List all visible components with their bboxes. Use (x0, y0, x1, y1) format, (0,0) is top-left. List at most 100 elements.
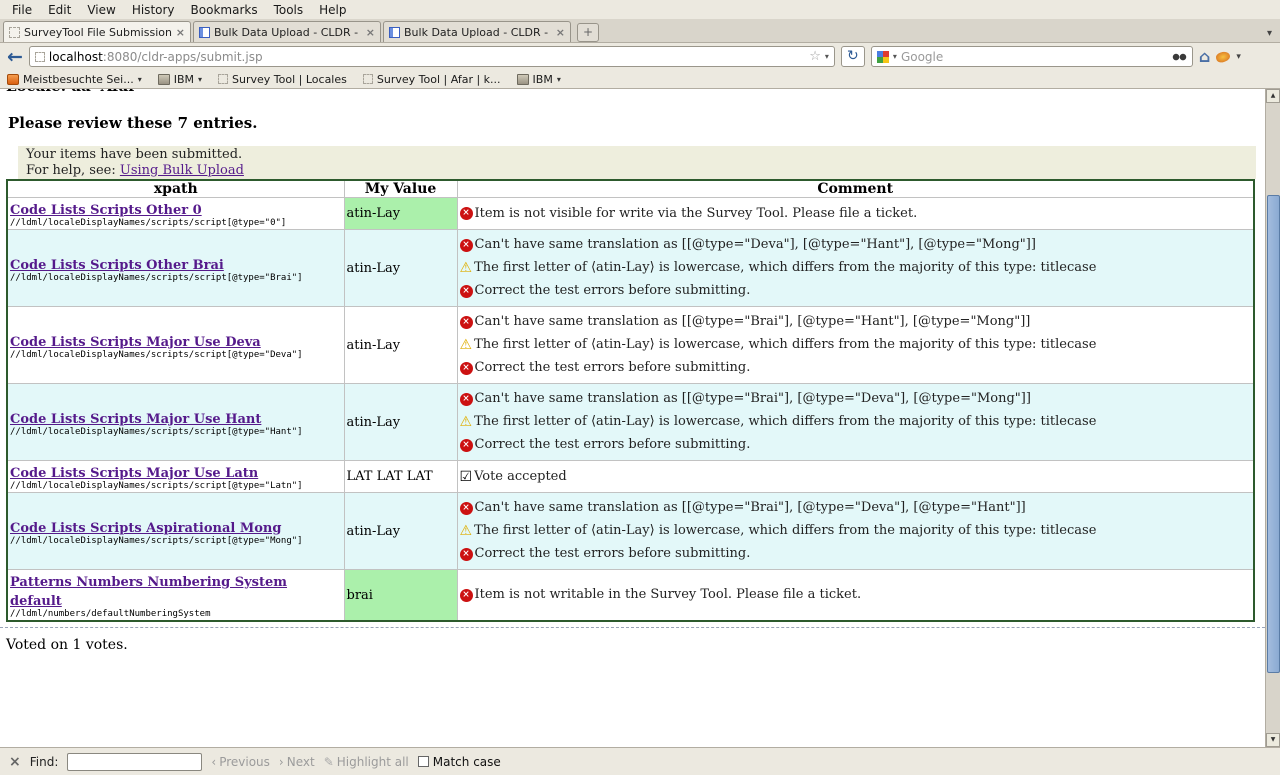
comment-text: The first letter of ⟨atin-Lay⟩ is lowerc… (474, 522, 1096, 540)
xpath-link[interactable]: Patterns Numbers Numbering System defaul… (10, 575, 287, 609)
binoculars-icon[interactable] (1172, 51, 1187, 62)
scrollbar-thumb[interactable] (1267, 195, 1280, 673)
xpath-link[interactable]: Code Lists Scripts Major Use Hant (10, 412, 261, 427)
menu-item[interactable]: Help (311, 2, 354, 18)
menu-item[interactable]: File (4, 2, 40, 18)
reload-button[interactable]: ↻ (841, 46, 865, 67)
comment-text: The first letter of ⟨atin-Lay⟩ is lowerc… (474, 413, 1096, 431)
table-row: Patterns Numbers Numbering System defaul… (7, 570, 1254, 622)
next-chevron-icon: › (279, 755, 284, 769)
bookmark-label: IBM (174, 73, 194, 86)
comment-cell: ×Can't have same translation as [[@type=… (457, 307, 1254, 384)
xpath-link[interactable]: Code Lists Scripts Major Use Deva (10, 335, 261, 350)
tab-overflow-chevron-icon[interactable]: ▾ (1267, 28, 1276, 42)
comment-line: ×Correct the test errors before submitti… (460, 545, 1252, 563)
clipped-scrolled-heading: Locale: aa 'Afar' (6, 89, 1280, 97)
find-close-icon[interactable]: × (9, 754, 21, 770)
browser-tab[interactable]: Bulk Data Upload - CLDR - Un... × (193, 21, 381, 42)
voted-status: Voted on 1 votes. (6, 637, 1280, 653)
xpath-cell: Code Lists Scripts Other 0 //ldml/locale… (7, 198, 344, 230)
scroll-down-icon[interactable]: ▼ (1266, 733, 1280, 747)
comment-text: Item is not writable in the Survey Tool.… (475, 586, 862, 604)
column-header-my-value: My Value (344, 180, 457, 198)
xpath-link[interactable]: Code Lists Scripts Aspirational Mong (10, 521, 281, 536)
bookmark-dropdown-chevron-icon: ▾ (198, 75, 202, 84)
xpath-link[interactable]: Code Lists Scripts Other Brai (10, 258, 224, 273)
bookmark-label: Survey Tool | Afar | k... (377, 73, 501, 86)
home-icon[interactable]: ⌂ (1199, 49, 1210, 65)
tab-title: SurveyTool File Submission | ... (24, 26, 172, 39)
comment-line: ×Can't have same translation as [[@type=… (460, 390, 1252, 408)
menu-item[interactable]: History (124, 2, 183, 18)
menu-item[interactable]: Tools (266, 2, 312, 18)
tab-favicon-icon (199, 27, 210, 38)
page-content: Locale: aa 'Afar' Please review these 7 … (0, 89, 1280, 747)
using-bulk-upload-link[interactable]: Using Bulk Upload (120, 163, 244, 178)
warning-icon: ⚠ (460, 338, 473, 352)
notice-line1: Your items have been submitted. (26, 147, 1248, 163)
feather-icon[interactable] (1215, 50, 1231, 64)
highlighter-icon: ✎ (324, 755, 334, 769)
comment-text: Can't have same translation as [[@type="… (475, 390, 1031, 408)
menu-item[interactable]: Edit (40, 2, 79, 18)
find-input[interactable] (67, 753, 202, 771)
find-previous-button[interactable]: ‹ Previous (211, 755, 270, 769)
table-row: Code Lists Scripts Other 0 //ldml/locale… (7, 198, 1254, 230)
xpath-cell: Code Lists Scripts Major Use Latn //ldml… (7, 461, 344, 493)
comment-text: Correct the test errors before submittin… (475, 545, 751, 563)
warning-icon: ⚠ (460, 415, 473, 429)
comment-text: Item is not visible for write via the Su… (475, 205, 918, 223)
bookmark-icon (7, 74, 19, 85)
bookmark-item[interactable]: Survey Tool | Locales ▾ (218, 73, 347, 86)
find-bar: × Find: ‹ Previous › Next ✎ Highlight al… (0, 747, 1280, 775)
toolbar-chevron-icon[interactable]: ▾ (1236, 52, 1241, 62)
xpath-link[interactable]: Code Lists Scripts Major Use Latn (10, 466, 258, 481)
match-case-option[interactable]: Match case (418, 755, 501, 769)
find-next-button[interactable]: › Next (279, 755, 315, 769)
error-icon: × (460, 548, 473, 561)
browser-tab[interactable]: SurveyTool File Submission | ... × (3, 21, 191, 42)
submission-notice: Your items have been submitted. For help… (18, 146, 1256, 179)
bookmark-label: Survey Tool | Locales (232, 73, 347, 86)
match-case-checkbox[interactable] (418, 756, 429, 767)
scroll-up-icon[interactable]: ▲ (1266, 89, 1280, 103)
comment-line: ×Can't have same translation as [[@type=… (460, 313, 1252, 331)
highlight-all-button[interactable]: ✎ Highlight all (324, 755, 409, 769)
my-value-cell: atin-Lay (344, 198, 457, 230)
url-dropdown-chevron-icon[interactable]: ▾ (825, 52, 829, 61)
review-heading: Please review these 7 entries. (8, 114, 1280, 132)
bookmark-item[interactable]: Survey Tool | Afar | k... ▾ (363, 73, 501, 86)
error-icon: × (460, 362, 473, 375)
search-engine-chevron-icon[interactable]: ▾ (893, 52, 897, 61)
bookmark-icon (158, 74, 170, 85)
column-header-comment: Comment (457, 180, 1254, 198)
tab-title: Bulk Data Upload - CLDR - Un... (404, 26, 552, 39)
comment-cell: ×Item is not writable in the Survey Tool… (457, 570, 1254, 622)
previous-chevron-icon: ‹ (211, 755, 216, 769)
tab-close-icon[interactable]: × (556, 26, 565, 39)
match-case-label: Match case (433, 755, 501, 769)
vertical-scrollbar[interactable]: ▲ ▼ (1265, 89, 1280, 747)
bookmark-item[interactable]: Meistbesuchte Sei... ▾ (7, 73, 142, 86)
table-row: Code Lists Scripts Other Brai //ldml/loc… (7, 230, 1254, 307)
url-bar[interactable]: localhost:8080/cldr-apps/submit.jsp ☆ ▾ (29, 46, 835, 67)
bookmark-star-icon[interactable]: ☆ (809, 49, 821, 64)
url-host: localhost (49, 50, 103, 64)
xpath-cell: Patterns Numbers Numbering System defaul… (7, 570, 344, 622)
table-row: Code Lists Scripts Major Use Hant //ldml… (7, 384, 1254, 461)
error-icon: × (460, 207, 473, 220)
bookmark-item[interactable]: IBM ▾ (158, 73, 202, 86)
bookmark-item[interactable]: IBM ▾ (517, 73, 561, 86)
tab-close-icon[interactable]: × (176, 26, 185, 39)
back-button[interactable]: ← (7, 47, 23, 67)
error-icon: × (460, 589, 473, 602)
error-icon: × (460, 239, 473, 252)
tab-close-icon[interactable]: × (366, 26, 375, 39)
my-value-cell: atin-Lay (344, 384, 457, 461)
new-tab-button[interactable]: + (577, 23, 599, 42)
menu-item[interactable]: View (79, 2, 123, 18)
browser-tab[interactable]: Bulk Data Upload - CLDR - Un... × (383, 21, 571, 42)
menu-item[interactable]: Bookmarks (183, 2, 266, 18)
xpath-link[interactable]: Code Lists Scripts Other 0 (10, 203, 202, 218)
search-bar[interactable]: ▾ Google (871, 46, 1193, 67)
